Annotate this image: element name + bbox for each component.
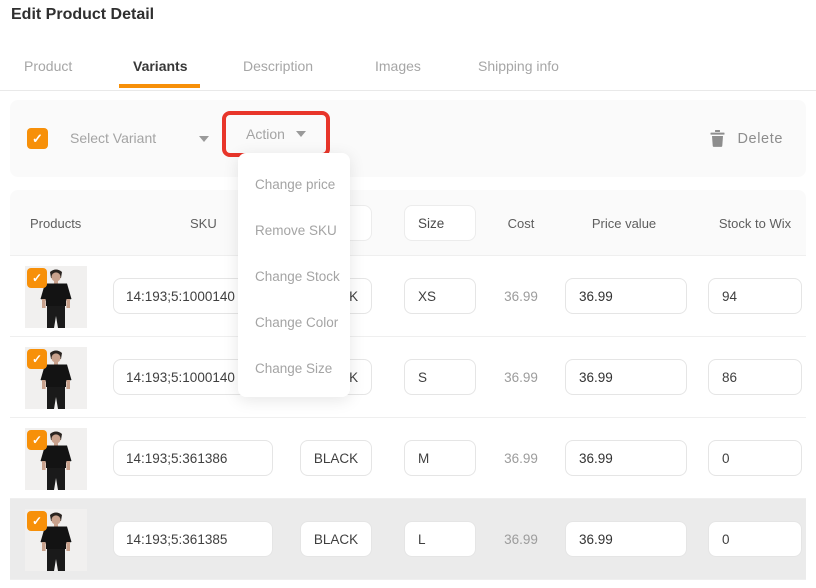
checkmark-icon: ✓ — [32, 352, 42, 366]
menu-item-remove-sku[interactable]: Remove SKU — [238, 207, 350, 253]
action-menu: Change priceRemove SKUChange StockChange… — [238, 153, 350, 397]
trash-icon — [710, 130, 725, 147]
size-input[interactable] — [404, 440, 476, 476]
tab-bar: Product Variants Description Images Shipping… — [0, 0, 816, 91]
checkmark-icon: ✓ — [32, 131, 43, 147]
variant-checkbox[interactable]: ✓ — [27, 430, 47, 450]
table-row: ✓ 36.99 — [10, 499, 806, 580]
cost-value: 36.99 — [481, 256, 561, 337]
edit-product-detail-page: Edit Product Detail ProductVariantsDescr… — [0, 0, 816, 588]
stock-input[interactable] — [708, 440, 802, 476]
select-all-checkbox[interactable]: ✓ — [27, 128, 48, 149]
chevron-down-icon — [296, 131, 306, 137]
stock-input[interactable] — [708, 278, 802, 314]
tab-images[interactable]: Images — [375, 58, 421, 74]
size-input[interactable] — [404, 278, 476, 314]
delete-button[interactable]: Delete — [710, 100, 783, 177]
sku-input[interactable] — [113, 440, 273, 476]
price-value-input[interactable] — [565, 521, 687, 557]
bottom-strip — [10, 580, 806, 588]
color-input[interactable] — [300, 440, 372, 476]
checkmark-icon: ✓ — [32, 271, 42, 285]
variants-table: Products SKU Size Cost Price value Stock… — [10, 190, 806, 580]
cost-value: 36.99 — [481, 499, 561, 580]
header-price-value: Price value — [574, 190, 674, 256]
stock-input[interactable] — [708, 359, 802, 395]
header-stock-to-wix: Stock to Wix — [705, 190, 805, 256]
action-label: Action — [246, 126, 285, 142]
header-cost: Cost — [481, 190, 561, 256]
variants-toolbar: ✓ Select Variant Action Delete — [10, 100, 806, 177]
checkmark-icon: ✓ — [32, 433, 42, 447]
tab-description[interactable]: Description — [243, 58, 313, 74]
sku-input[interactable] — [113, 521, 273, 557]
header-sku: SKU — [190, 190, 217, 256]
tab-product[interactable]: Product — [24, 58, 72, 74]
price-value-input[interactable] — [565, 440, 687, 476]
tab-shipping-info[interactable]: Shipping info — [478, 58, 559, 74]
table-header: Products SKU Size Cost Price value Stock… — [10, 190, 806, 256]
menu-item-change-stock[interactable]: Change Stock — [238, 253, 350, 299]
delete-label: Delete — [737, 131, 783, 147]
cost-value: 36.99 — [481, 418, 561, 499]
header-products: Products — [30, 190, 81, 256]
size-input[interactable] — [404, 521, 476, 557]
price-value-input[interactable] — [565, 359, 687, 395]
size-input[interactable] — [404, 359, 476, 395]
color-input[interactable] — [300, 521, 372, 557]
action-dropdown[interactable]: Action — [222, 111, 330, 157]
table-row: ✓ 36.99 — [10, 418, 806, 499]
variant-checkbox[interactable]: ✓ — [27, 268, 47, 288]
table-body: ✓ 36.99 ✓ 36.99 — [10, 256, 806, 580]
menu-item-change-price[interactable]: Change price — [238, 161, 350, 207]
variant-checkbox[interactable]: ✓ — [27, 349, 47, 369]
table-row: ✓ 36.99 — [10, 337, 806, 418]
variant-checkbox[interactable]: ✓ — [27, 511, 47, 531]
select-variant-dropdown[interactable]: Select Variant — [70, 130, 156, 146]
menu-item-change-size[interactable]: Change Size — [238, 345, 350, 391]
table-row: ✓ 36.99 — [10, 256, 806, 337]
stock-input[interactable] — [708, 521, 802, 557]
header-size-filter-box[interactable]: Size — [404, 205, 476, 241]
price-value-input[interactable] — [565, 278, 687, 314]
cost-value: 36.99 — [481, 337, 561, 418]
tab-variants[interactable]: Variants — [133, 58, 187, 74]
checkmark-icon: ✓ — [32, 514, 42, 528]
chevron-down-icon[interactable] — [199, 136, 209, 142]
menu-item-change-color[interactable]: Change Color — [238, 299, 350, 345]
